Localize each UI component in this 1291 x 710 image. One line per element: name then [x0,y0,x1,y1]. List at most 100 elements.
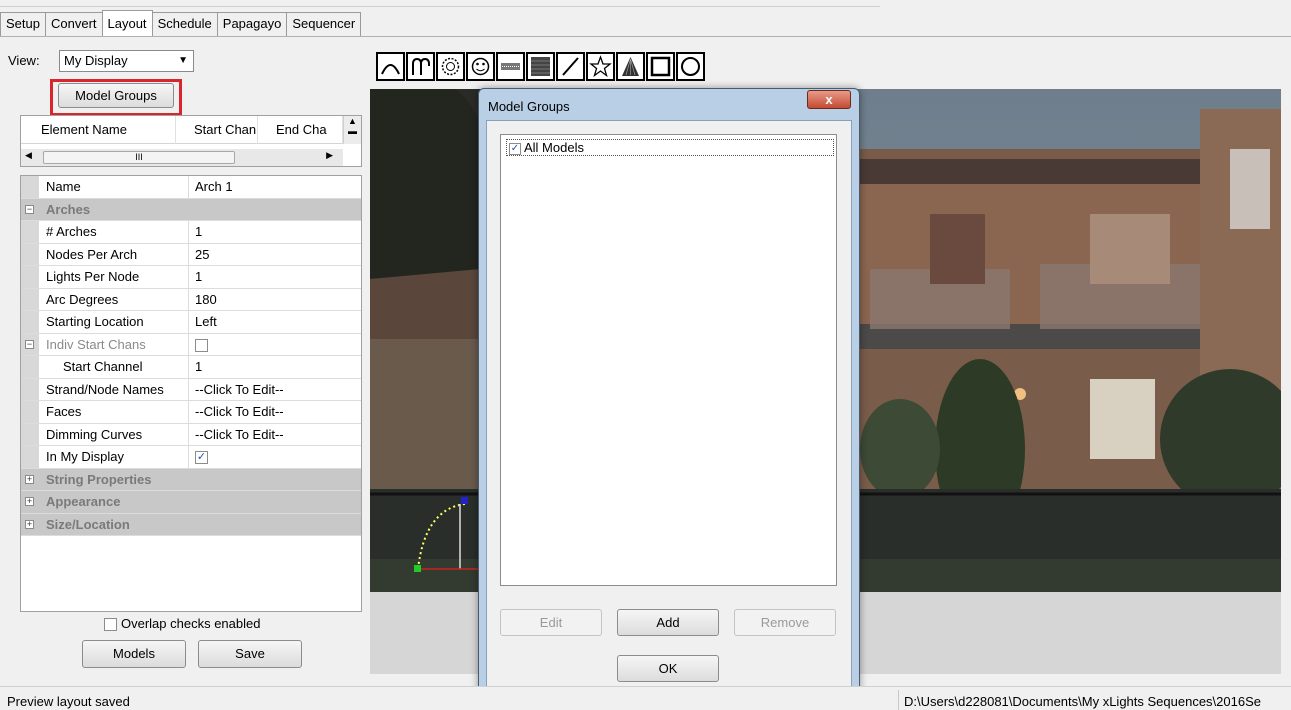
models-button[interactable]: Models [82,640,186,668]
circle-icon[interactable] [436,52,465,81]
prop-row-nodes-per-arch[interactable]: Nodes Per Arch 25 [21,243,361,266]
tree-icon[interactable] [616,52,645,81]
indiv-start-chans-checkbox[interactable] [195,338,208,352]
prop-value[interactable]: 180 [189,289,361,311]
tab-papagayo[interactable]: Papagayo [216,12,288,36]
prop-label: Arc Degrees [39,288,189,310]
status-divider [898,690,899,710]
prop-label: Name [39,176,189,198]
category-label: Appearance [46,494,121,509]
overlap-checks[interactable]: Overlap checks enabled [104,616,260,632]
add-button[interactable]: Add [617,609,719,636]
star-icon[interactable] [586,52,615,81]
tab-convert[interactable]: Convert [44,12,103,36]
column-element-name[interactable]: Element Name [21,116,176,144]
prop-row-lights-per-node[interactable]: Lights Per Node 1 [21,266,361,289]
horizontal-scrollbar[interactable]: ◀ III ▶ [21,149,343,166]
category-label: Size/Location [46,516,130,532]
prop-label: Start Channel [39,356,189,378]
prop-row-strand-node-names[interactable]: Strand/Node Names --Click To Edit-- [21,378,361,401]
category-label: Arches [46,201,91,217]
prop-value[interactable]: --Click To Edit-- [189,379,361,401]
prop-value[interactable]: 1 [189,221,361,243]
matrix-icon[interactable] [526,52,555,81]
prop-label: Dimming Curves [39,423,189,445]
prop-value[interactable]: --Click To Edit-- [189,401,361,423]
main-tabs: Setup Convert Layout Schedule Papagayo S… [0,10,362,36]
edit-button[interactable]: Edit [500,609,602,636]
vertical-scrollbar[interactable]: ▲ ▬ [343,116,361,144]
prop-row-starting-location[interactable]: Starting Location Left [21,311,361,334]
prop-value[interactable]: 1 [189,266,361,288]
category-size-location[interactable]: + Size/Location [21,513,361,536]
dialog-title: Model Groups [488,99,570,114]
expand-icon[interactable]: + [25,519,34,529]
prop-label: Strand/Node Names [39,378,189,400]
all-models-checkbox[interactable]: ✓ [509,142,521,155]
element-list-header: Element Name Start Chan End Cha [21,116,343,144]
wreath-icon[interactable] [676,52,705,81]
scroll-right-arrow-icon[interactable]: ▶ [326,150,333,161]
dropdown-arrow-icon: ▼ [178,55,188,66]
save-button[interactable]: Save [198,640,302,668]
overlap-checkbox[interactable] [104,618,117,632]
tab-divider [0,36,1291,37]
line-icon[interactable] [556,52,585,81]
list-item[interactable]: ✓ All Models [506,139,834,156]
in-my-display-checkbox[interactable]: ✓ [195,451,208,465]
prop-row-dimming-curves[interactable]: Dimming Curves --Click To Edit-- [21,423,361,446]
prop-row-arches[interactable]: # Arches 1 [21,221,361,244]
scroll-thumb[interactable]: III [43,151,235,164]
view-select[interactable]: My Display ▼ [59,50,194,72]
collapse-icon[interactable]: − [25,339,34,349]
tab-sequencer[interactable]: Sequencer [286,12,362,36]
scroll-grip-icon: III [135,152,143,162]
prop-value[interactable]: 25 [189,244,361,266]
ok-button[interactable]: OK [617,655,719,682]
prop-row-start-channel[interactable]: Start Channel 1 [21,356,361,379]
prop-value[interactable]: Left [189,311,361,333]
list-item-label: All Models [524,140,584,155]
prop-row-faces[interactable]: Faces --Click To Edit-- [21,401,361,424]
view-selected-value: My Display [64,53,128,68]
prop-row-indiv-start-chans[interactable]: − Indiv Start Chans [21,333,361,356]
category-string-properties[interactable]: + String Properties [21,468,361,491]
status-path: D:\Users\d228081\Documents\My xLights Se… [904,694,1261,709]
category-appearance[interactable]: + Appearance [21,491,361,514]
model-groups-list[interactable]: ✓ All Models [500,134,837,586]
prop-label: In My Display [39,446,189,468]
column-start-chan[interactable]: Start Chan [176,116,258,144]
window-frame-icon[interactable] [646,52,675,81]
top-border [0,6,880,7]
prop-row-name[interactable]: Name Arch 1 [21,176,361,199]
tab-layout[interactable]: Layout [101,10,153,36]
highlight-box [50,79,182,116]
tab-setup[interactable]: Setup [0,12,46,36]
custom-model-icon[interactable] [466,52,495,81]
view-label: View: [8,53,40,68]
candy-canes-icon[interactable] [406,52,435,81]
remove-button[interactable]: Remove [734,609,836,636]
prop-label: Lights Per Node [39,266,189,288]
arches-icon[interactable] [376,52,405,81]
expand-icon[interactable]: + [25,474,34,484]
element-list[interactable]: Element Name Start Chan End Cha ▲ ▬ ◀ III… [20,115,362,167]
prop-value[interactable]: Arch 1 [189,176,361,198]
prop-label: Starting Location [39,311,189,333]
expand-icon[interactable]: + [25,497,34,506]
prop-value[interactable]: 1 [189,356,361,378]
column-end-chan[interactable]: End Cha [258,116,343,144]
close-icon[interactable]: x [807,90,851,109]
prop-value[interactable]: --Click To Edit-- [189,424,361,446]
status-message: Preview layout saved [7,694,130,709]
category-arches[interactable]: − Arches [21,198,361,221]
scroll-left-arrow-icon[interactable]: ◀ [25,150,32,161]
tab-schedule[interactable]: Schedule [151,12,218,36]
prop-label: Nodes Per Arch [39,243,189,265]
model-toolbar [376,52,706,81]
prop-row-in-my-display[interactable]: In My Display ✓ [21,446,361,469]
collapse-icon[interactable]: − [25,204,34,214]
status-bar: Preview layout saved D:\Users\d228081\Do… [0,686,1291,710]
prop-row-arc-degrees[interactable]: Arc Degrees 180 [21,288,361,311]
single-line-matrix-icon[interactable] [496,52,525,81]
